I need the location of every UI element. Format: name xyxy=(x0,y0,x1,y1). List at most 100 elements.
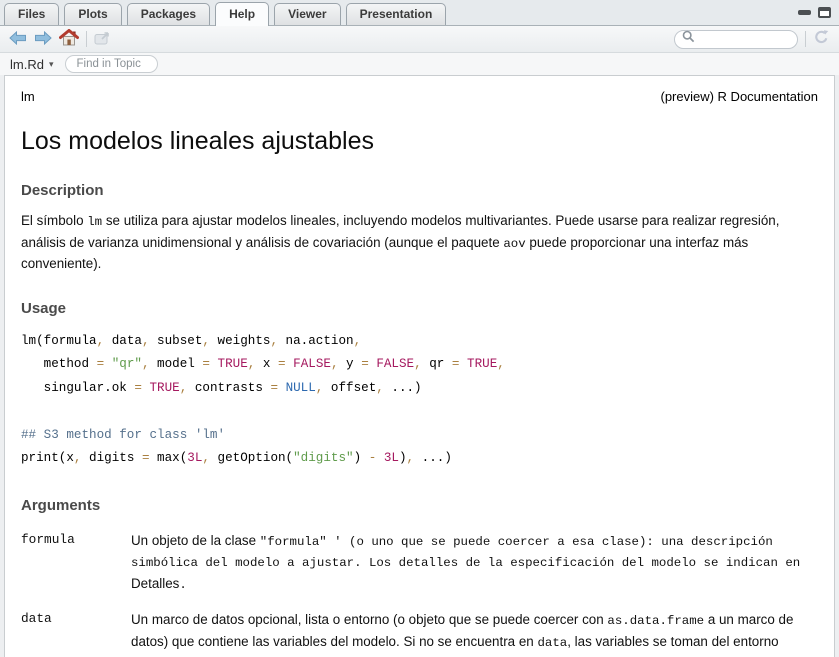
help-toolbar xyxy=(0,26,839,53)
refresh-button[interactable] xyxy=(813,29,830,49)
usage-heading: Usage xyxy=(21,300,818,317)
text-run: digits xyxy=(81,451,141,465)
text-run: subset xyxy=(150,334,203,348)
toolbar-separator xyxy=(86,31,87,47)
code-run: = xyxy=(97,357,105,371)
text-run xyxy=(376,451,384,465)
text-run: qr xyxy=(422,357,452,371)
search-icon xyxy=(682,30,695,48)
chevron-down-icon: ▾ xyxy=(49,59,54,70)
text-run: weights xyxy=(210,334,270,348)
text-run: getOption( xyxy=(210,451,293,465)
text-run: El símbolo xyxy=(21,213,87,228)
text-run xyxy=(278,381,286,395)
doc-topic-id: lm xyxy=(21,89,35,104)
tabs: FilesPlots PackagesHelpViewer Presentation xyxy=(4,0,798,25)
code-run: , xyxy=(331,357,339,371)
code-run: , xyxy=(270,334,278,348)
code-run: = xyxy=(278,357,286,371)
code-run: = xyxy=(270,381,278,395)
forward-arrow-icon xyxy=(34,31,52,48)
code-run: ## S3 method for class 'lm' xyxy=(21,428,225,442)
code-run: . xyxy=(179,578,186,592)
doc-header: lm (preview) R Documentation xyxy=(21,89,818,104)
tab-files[interactable]: Files xyxy=(4,3,59,25)
code-run: , xyxy=(497,357,505,371)
back-button[interactable] xyxy=(9,31,27,48)
code-run: lm xyxy=(87,215,102,229)
code-run: , xyxy=(407,451,415,465)
find-in-topic-input[interactable] xyxy=(65,55,158,73)
topic-file-label: lm.Rd xyxy=(10,57,44,72)
code-run: "qr" xyxy=(112,357,142,371)
text-run xyxy=(104,357,112,371)
text-run: print(x xyxy=(21,451,74,465)
description-heading: Description xyxy=(21,182,818,199)
tab-plots[interactable]: Plots xyxy=(64,3,121,25)
tab-bar: FilesPlots PackagesHelpViewer Presentation xyxy=(0,0,839,26)
text-run: Un objeto de la clase xyxy=(131,533,260,548)
code-run: , xyxy=(142,357,150,371)
code-run: 3L xyxy=(187,451,202,465)
maximize-icon[interactable] xyxy=(818,7,831,18)
text-run: Un marco de datos opcional, lista o ento… xyxy=(131,612,607,627)
code-run: 3L xyxy=(384,451,399,465)
text-run: ) xyxy=(354,451,369,465)
description-paragraph: El símbolo lm se utiliza para ajustar mo… xyxy=(21,211,818,274)
usage-code-line: print(x, digits = max(3L, getOption("dig… xyxy=(21,447,818,471)
minimize-icon[interactable] xyxy=(798,10,811,15)
code-run: FALSE xyxy=(376,357,414,371)
argument-row: dataUn marco de datos opcional, lista o … xyxy=(21,610,818,657)
search-input[interactable] xyxy=(695,33,791,45)
tab-presentation[interactable]: Presentation xyxy=(346,3,447,25)
text-run xyxy=(210,357,218,371)
text-run: na.action xyxy=(278,334,354,348)
text-run: Detalles xyxy=(131,576,179,591)
code-run: , xyxy=(97,334,105,348)
usage-code-line: singular.ok = TRUE, contrasts = NULL, of… xyxy=(21,377,818,401)
text-run: x xyxy=(255,357,278,371)
doc-header-right: (preview) R Documentation xyxy=(660,89,818,104)
code-run: , xyxy=(202,451,210,465)
text-run xyxy=(142,381,150,395)
code-run: = xyxy=(134,381,142,395)
code-run: , xyxy=(142,334,150,348)
code-run: as.data.frame xyxy=(607,614,704,628)
code-run: "digits" xyxy=(293,451,353,465)
text-run: singular.ok xyxy=(21,381,134,395)
arguments-table: formulaUn objeto de la clase "formula" '… xyxy=(21,531,818,657)
tab-packages[interactable]: Packages xyxy=(127,3,210,25)
refresh-icon xyxy=(813,29,830,49)
text-run: offset xyxy=(323,381,376,395)
usage-code-line xyxy=(21,400,818,424)
text-run xyxy=(286,357,294,371)
page-title: Los modelos lineales ajustables xyxy=(21,127,818,156)
help-pane: FilesPlots PackagesHelpViewer Presentation xyxy=(0,0,839,657)
open-in-new-window-button[interactable] xyxy=(94,31,111,48)
argument-description: Un marco de datos opcional, lista o ento… xyxy=(131,610,818,657)
arguments-heading: Arguments xyxy=(21,497,818,514)
toolbar-separator-2 xyxy=(805,31,806,47)
tab-help[interactable]: Help xyxy=(215,2,269,26)
topic-file-dropdown[interactable]: lm.Rd ▾ xyxy=(10,57,53,72)
usage-code-line: method = "qr", model = TRUE, x = FALSE, … xyxy=(21,353,818,377)
open-in-new-window-icon xyxy=(94,31,111,48)
code-run: , xyxy=(354,334,362,348)
code-run: , xyxy=(202,334,210,348)
forward-button[interactable] xyxy=(34,31,52,48)
home-icon xyxy=(59,29,79,49)
code-run: aov xyxy=(503,237,525,251)
code-run: TRUE xyxy=(218,357,248,371)
code-run: FALSE xyxy=(293,357,331,371)
topic-bar: lm.Rd ▾ xyxy=(0,53,839,75)
code-run: TRUE xyxy=(150,381,180,395)
argument-term: data xyxy=(21,610,131,657)
home-button[interactable] xyxy=(59,29,79,49)
text-run: contrasts xyxy=(187,381,270,395)
argument-row: formulaUn objeto de la clase "formula" '… xyxy=(21,531,818,596)
usage-code: lm(formula, data, subset, weights, na.ac… xyxy=(21,330,818,471)
code-run: data xyxy=(537,636,567,650)
text-run: method xyxy=(21,357,97,371)
argument-term: formula xyxy=(21,531,131,596)
tab-viewer[interactable]: Viewer xyxy=(274,3,340,25)
